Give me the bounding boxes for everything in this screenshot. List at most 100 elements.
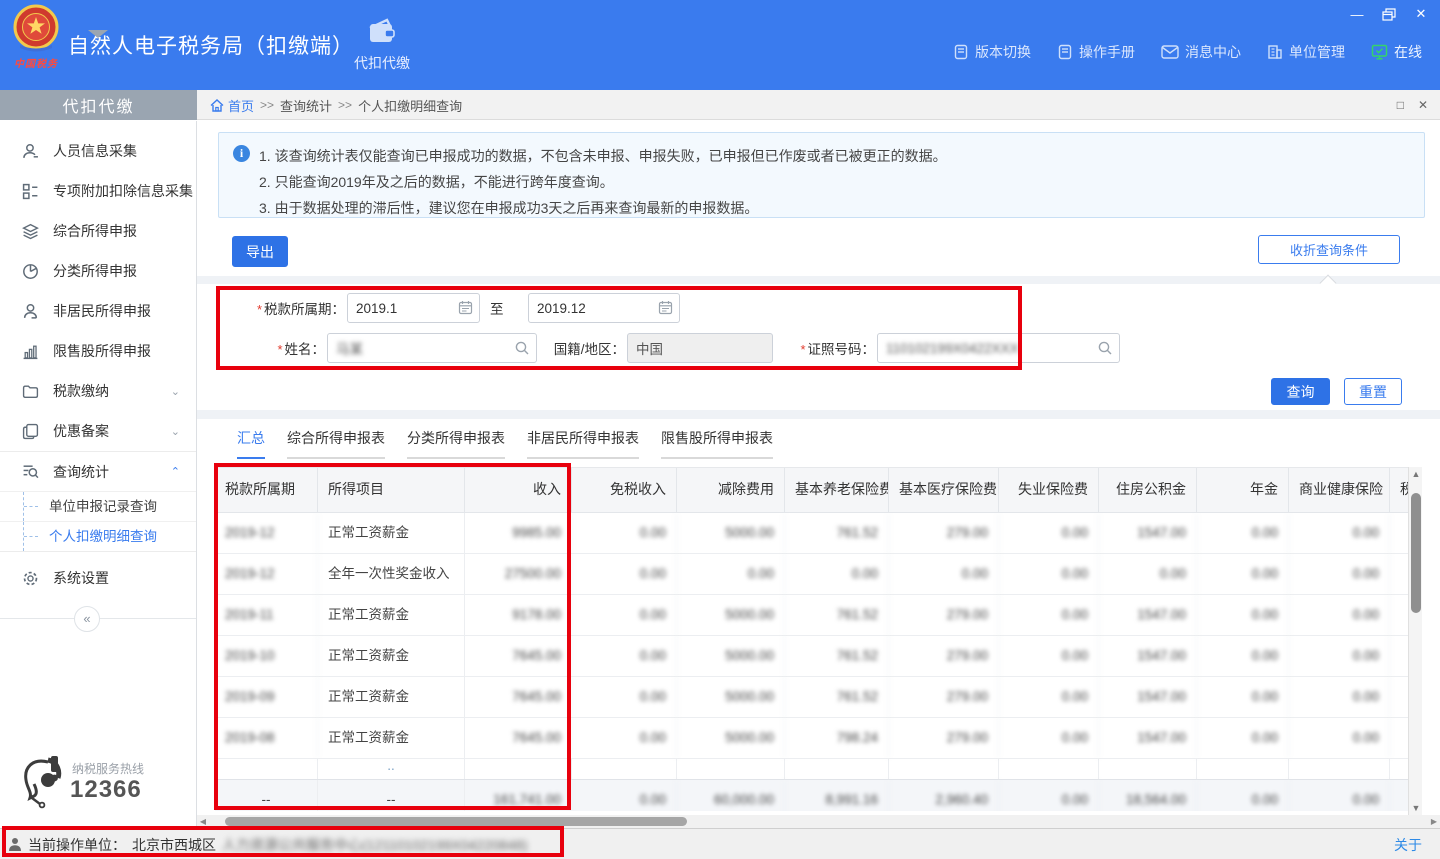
minimize-icon[interactable]: — [1348, 6, 1366, 22]
chevron-down-icon: ⌄ [171, 385, 180, 398]
tab-daikou-daijiao[interactable]: 代扣代缴 [350, 18, 414, 73]
breadcrumb-section: 查询统计 [280, 96, 332, 115]
period-to-input[interactable]: 2019.12 [528, 293, 680, 323]
summary-cell: 60,000.00 [677, 780, 785, 811]
id-number-input[interactable]: 110102199X0422XXX [877, 333, 1120, 363]
id-value-blurred: 110102199X0422XXX [886, 341, 1019, 356]
period-from-input[interactable]: 2019.1 [347, 293, 480, 323]
sidebar-item-preferential-filing[interactable]: 优惠备案 ⌄ [0, 411, 196, 451]
table-cell: 0.00 [1289, 595, 1390, 635]
scroll-up-icon[interactable]: ▲ [1409, 467, 1423, 481]
scroll-left-icon[interactable]: ◀ [197, 815, 209, 828]
table-row[interactable]: 2019-08正常工资薪金7645.000.005000.00798.24279… [215, 718, 1408, 759]
info-icon: i [233, 145, 250, 162]
table-row[interactable]: 2019-10正常工资薪金7645.000.005000.00761.52279… [215, 636, 1408, 677]
table-row[interactable]: 2019-12正常工资薪金9985.000.005000.00761.52279… [215, 513, 1408, 554]
table-row[interactable]: 2019-09正常工资薪金7645.000.005000.00761.52279… [215, 677, 1408, 718]
table-cell: 761.52 [785, 677, 889, 717]
table-cell: 9178.00 [465, 595, 572, 635]
nationality-label: 国籍/地区： [554, 338, 625, 358]
sidebar-collapse-button[interactable]: « [74, 606, 100, 632]
chevron-up-icon: ⌃ [171, 465, 180, 478]
sidebar-item-special-deduction[interactable]: 专项附加扣除信息采集 [0, 171, 196, 211]
building-icon [1267, 44, 1283, 60]
sidebar-item-personnel-info[interactable]: 人员信息采集 [0, 131, 196, 171]
table-cell: 279.00 [889, 513, 999, 553]
summary-cell: 8,991.16 [785, 780, 889, 811]
breadcrumb-page: 个人扣缴明细查询 [358, 96, 462, 115]
table-cell: 0.00 [1289, 554, 1390, 594]
collapse-query-button[interactable]: 收折查询条件 [1258, 235, 1400, 264]
menu-message-center[interactable]: 消息中心 [1161, 42, 1241, 62]
restore-icon[interactable] [1380, 6, 1398, 22]
table-cell: 2019-12 [215, 513, 318, 553]
tab-2[interactable]: 分类所得申报表 [407, 428, 505, 459]
period-to-value: 2019.12 [537, 301, 586, 316]
sidebar-item-label: 系统设置 [53, 568, 109, 588]
calendar-icon[interactable] [458, 300, 473, 315]
table-cell: 5000.00 [677, 595, 785, 635]
menu-manual[interactable]: 操作手册 [1057, 42, 1135, 62]
table-cell: 0.00 [999, 636, 1099, 676]
scroll-down-icon[interactable]: ▼ [1409, 801, 1423, 815]
sidebar-item-nonresident-income[interactable]: 非居民所得申报 [0, 291, 196, 331]
table-cell: 2019-10 [215, 636, 318, 676]
sidebar-subitem-personal-withholding-query[interactable]: 个人扣缴明细查询 [0, 521, 196, 551]
name-input[interactable]: 马某 [327, 333, 537, 363]
menu-version-switch[interactable]: 版本切换 [953, 42, 1031, 62]
sidebar-item-system-settings[interactable]: 系统设置 [0, 558, 196, 598]
sidebar-subitem-unit-declaration-query[interactable]: 单位申报记录查询 [0, 491, 196, 521]
unit-label: 当前操作单位： [28, 835, 126, 855]
table-cell: 9985.00 [465, 513, 572, 553]
sidebar-item-restricted-shares[interactable]: 限售股所得申报 [0, 331, 196, 371]
close-icon[interactable]: ✕ [1412, 6, 1430, 22]
sidebar-item-label: 专项附加扣除信息采集 [53, 181, 193, 201]
vertical-scrollbar[interactable]: ▲ ▼ [1408, 467, 1422, 815]
sidebar-item-query-statistics[interactable]: 查询统计 ⌃ [0, 451, 196, 491]
partial-cell [1289, 759, 1390, 779]
about-link[interactable]: 关于 [1394, 835, 1422, 855]
tab-4[interactable]: 限售股所得申报表 [661, 428, 773, 459]
scroll-right-icon[interactable]: ▶ [1428, 815, 1440, 828]
tab-1[interactable]: 综合所得申报表 [287, 428, 385, 459]
id-number-label: *证照号码： [800, 338, 875, 358]
summary-cell: 0.00 [1197, 780, 1289, 811]
table-cell: 798.24 [785, 718, 889, 758]
summary-cell: 161,741.00 [465, 780, 572, 811]
user-badge-icon [22, 303, 39, 320]
table-cell: 0.00 [572, 554, 677, 594]
query-button[interactable]: 查询 [1271, 378, 1330, 405]
table-cell: 2019-08 [215, 718, 318, 758]
vertical-scroll-thumb[interactable] [1411, 493, 1421, 613]
page-maximize-icon[interactable]: □ [1397, 97, 1404, 113]
column-header: 基本养老保险费 [785, 468, 889, 512]
horizontal-scroll-thumb[interactable] [225, 817, 687, 826]
sidebar-item-classified-income[interactable]: 分类所得申报 [0, 251, 196, 291]
search-list-icon [22, 463, 39, 480]
horizontal-scrollbar[interactable]: ◀ ▶ [197, 815, 1440, 828]
partial-cell [1390, 759, 1408, 779]
online-status[interactable]: 在线 [1371, 42, 1422, 62]
table-cell: 27500.00 [465, 554, 572, 594]
sidebar-item-tax-payment[interactable]: 税款缴纳 ⌄ [0, 371, 196, 411]
tax-bureau-logo: 中国税务 [10, 4, 62, 70]
search-icon[interactable] [514, 340, 530, 356]
copy-icon [22, 423, 39, 440]
table-row[interactable]: 2019-11正常工资薪金9178.000.005000.00761.52279… [215, 595, 1408, 636]
summary-cell: -- [215, 780, 318, 811]
sidebar-item-comprehensive-income[interactable]: 综合所得申报 [0, 211, 196, 251]
notice-line-2: 2. 只能查询2019年及之后的数据，不能进行跨年度查询。 [259, 169, 1410, 195]
tab-0[interactable]: 汇总 [237, 428, 265, 459]
table-row[interactable]: 2019-12全年一次性奖金收入27500.000.000.000.000.00… [215, 554, 1408, 595]
export-button[interactable]: 导出 [232, 236, 288, 267]
table-cell: 0.00 [1289, 718, 1390, 758]
layers-icon [22, 223, 39, 240]
tab-3[interactable]: 非居民所得申报表 [527, 428, 639, 459]
page-close-icon[interactable]: ✕ [1418, 97, 1428, 113]
calendar-icon[interactable] [658, 300, 673, 315]
search-icon[interactable] [1097, 340, 1113, 356]
menu-unit-management[interactable]: 单位管理 [1267, 42, 1345, 62]
reset-button[interactable]: 重置 [1344, 378, 1402, 405]
breadcrumb-home[interactable]: 首页 [210, 96, 254, 115]
wallet-icon [367, 18, 397, 46]
